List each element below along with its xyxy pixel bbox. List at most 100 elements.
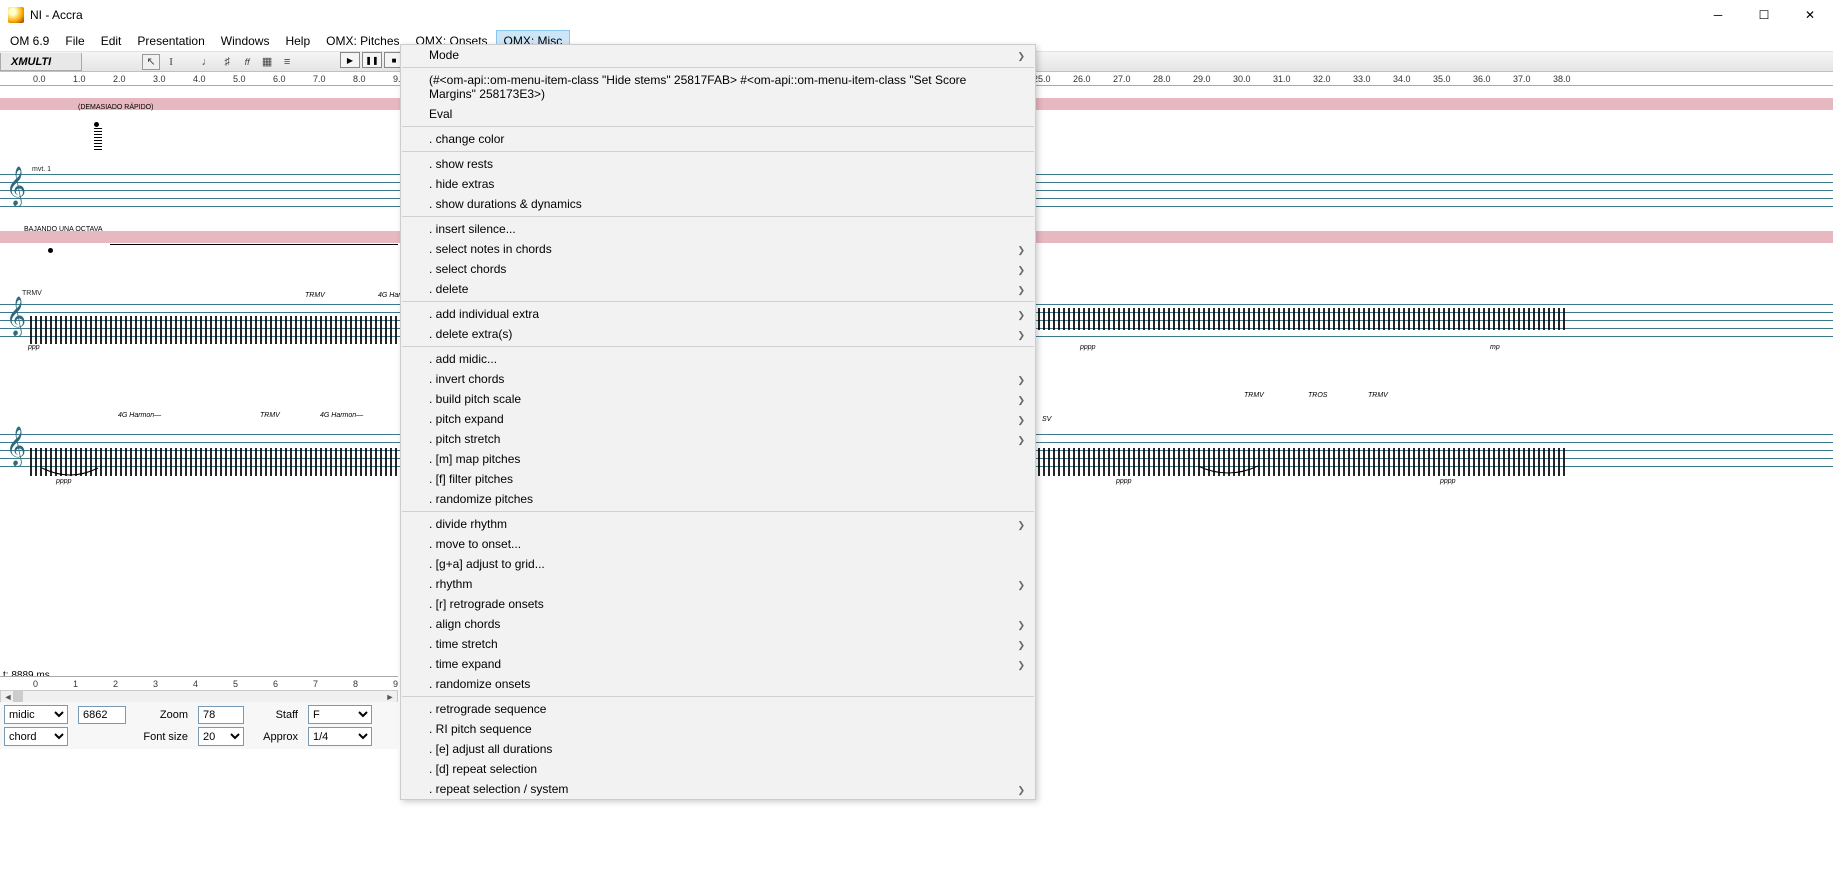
- chevron-right-icon: ❯: [1017, 393, 1025, 407]
- dynamic: pppp: [1080, 344, 1096, 351]
- maximize-button[interactable]: ☐: [1741, 0, 1787, 30]
- menu-separator: [402, 696, 1034, 697]
- menu-item[interactable]: . insert silence...: [401, 219, 1035, 239]
- staff-select[interactable]: F: [308, 705, 372, 724]
- dynamic: pppp: [1116, 478, 1132, 485]
- score-tab[interactable]: XMULTI: [0, 53, 82, 71]
- annotation: SV: [1042, 416, 1051, 423]
- ruler-tick: 0: [33, 679, 38, 689]
- approx-select[interactable]: 1/4: [308, 727, 372, 746]
- zoom-label: Zoom: [136, 709, 188, 721]
- chevron-right-icon: ❯: [1017, 328, 1025, 342]
- annotation: TRMV: [305, 292, 325, 299]
- menu-item[interactable]: (#<om-api::om-menu-item-class "Hide stem…: [401, 70, 1035, 104]
- arrow-tool[interactable]: ↖: [142, 54, 160, 70]
- dynamic: pppp: [1440, 478, 1456, 485]
- menu-item[interactable]: . retrograde sequence: [401, 699, 1035, 719]
- value-field-1[interactable]: [78, 706, 126, 724]
- menu-item[interactable]: . show durations & dynamics: [401, 194, 1035, 214]
- menu-item[interactable]: Mode❯: [401, 45, 1035, 65]
- footer-controls: midic Zoom Staff F chord Font size 20 Ap…: [0, 702, 398, 749]
- menu-item[interactable]: . time expand❯: [401, 654, 1035, 674]
- window-title: NI - Accra: [30, 8, 1825, 22]
- menu-item[interactable]: . randomize pitches: [401, 489, 1035, 509]
- ibeam-tool[interactable]: I: [162, 54, 180, 70]
- lines-tool[interactable]: ≡: [278, 54, 296, 70]
- minimize-button[interactable]: ─: [1695, 0, 1741, 30]
- menu-item[interactable]: Eval: [401, 104, 1035, 124]
- menu-item[interactable]: . add midic...: [401, 349, 1035, 369]
- menu-help[interactable]: Help: [277, 30, 318, 51]
- staff-annot: TRMV: [22, 290, 42, 297]
- menu-om-6-9[interactable]: OM 6.9: [2, 30, 57, 51]
- grid-tool[interactable]: ▦: [258, 54, 276, 70]
- menu-windows[interactable]: Windows: [213, 30, 278, 51]
- menu-item[interactable]: . show rests: [401, 154, 1035, 174]
- menu-item[interactable]: . build pitch scale❯: [401, 389, 1035, 409]
- menu-separator: [402, 216, 1034, 217]
- menu-item[interactable]: . rhythm❯: [401, 574, 1035, 594]
- menu-item[interactable]: . [r] retrograde onsets: [401, 594, 1035, 614]
- menu-item[interactable]: . select chords❯: [401, 259, 1035, 279]
- ruler-tick: 36.0: [1473, 74, 1491, 84]
- menu-item[interactable]: . move to onset...: [401, 534, 1035, 554]
- ruler-tick: 26.0: [1073, 74, 1091, 84]
- menu-item[interactable]: . [f] filter pitches: [401, 469, 1035, 489]
- menu-separator: [402, 511, 1034, 512]
- menu-item[interactable]: . hide extras: [401, 174, 1035, 194]
- ruler-tick: 1.0: [73, 74, 86, 84]
- menu-item[interactable]: . RI pitch sequence: [401, 719, 1035, 739]
- close-button[interactable]: ✕: [1787, 0, 1833, 30]
- note-tool[interactable]: ♩: [198, 54, 216, 70]
- menu-item[interactable]: . select notes in chords❯: [401, 239, 1035, 259]
- sharp-tool[interactable]: ♯: [218, 54, 236, 70]
- note: [48, 248, 53, 253]
- chevron-right-icon: ❯: [1017, 263, 1025, 277]
- menu-item[interactable]: . align chords❯: [401, 614, 1035, 634]
- ruler-tick: 30.0: [1233, 74, 1251, 84]
- menu-item[interactable]: . [e] adjust all durations: [401, 739, 1035, 759]
- menu-presentation[interactable]: Presentation: [129, 30, 212, 51]
- app-icon: [8, 7, 24, 23]
- tempo-marking: (DEMASIADO RÁPIDO): [78, 104, 153, 111]
- menu-item[interactable]: . change color: [401, 129, 1035, 149]
- ruler-tick: 38.0: [1553, 74, 1571, 84]
- menu-file[interactable]: File: [57, 30, 92, 51]
- ruler-tick: 28.0: [1153, 74, 1171, 84]
- annotation: 4G Harmon—: [320, 412, 363, 419]
- mode-select-2[interactable]: chord: [4, 727, 68, 746]
- ruler-tick: 31.0: [1273, 74, 1291, 84]
- ruler-tick: 3.0: [153, 74, 166, 84]
- fontsize-select[interactable]: 20: [198, 727, 244, 746]
- ruler-tick: 35.0: [1433, 74, 1451, 84]
- line-segment: [110, 244, 398, 245]
- menu-item[interactable]: . repeat selection / system❯: [401, 779, 1035, 799]
- treble-clef-icon: 𝄞: [6, 168, 26, 206]
- menu-item[interactable]: . time stretch❯: [401, 634, 1035, 654]
- menu-item[interactable]: . divide rhythm❯: [401, 514, 1035, 534]
- menu-item[interactable]: . [m] map pitches: [401, 449, 1035, 469]
- menu-item[interactable]: . [d] repeat selection: [401, 759, 1035, 779]
- menu-omx-pitches[interactable]: OMX: Pitches: [318, 30, 407, 51]
- pause-button[interactable]: ❚❚: [362, 52, 382, 68]
- menu-item[interactable]: . delete extra(s)❯: [401, 324, 1035, 344]
- zoom-field[interactable]: [198, 706, 244, 724]
- menu-edit[interactable]: Edit: [93, 30, 130, 51]
- treble-clef-icon: 𝄞: [6, 428, 26, 466]
- ruler-tick: 8.0: [353, 74, 366, 84]
- ruler-tick: 0.0: [33, 74, 46, 84]
- notation-fragment: [94, 122, 108, 150]
- ruler-tick: 34.0: [1393, 74, 1411, 84]
- mode-select-1[interactable]: midic: [4, 705, 68, 724]
- chevron-right-icon: ❯: [1017, 243, 1025, 257]
- menu-item[interactable]: . randomize onsets: [401, 674, 1035, 694]
- menu-item[interactable]: . pitch expand❯: [401, 409, 1035, 429]
- menu-item[interactable]: . [g+a] adjust to grid...: [401, 554, 1035, 574]
- menu-item[interactable]: . invert chords❯: [401, 369, 1035, 389]
- menu-item[interactable]: . pitch stretch❯: [401, 429, 1035, 449]
- menu-item[interactable]: . add individual extra❯: [401, 304, 1035, 324]
- menu-item[interactable]: . delete❯: [401, 279, 1035, 299]
- dynamic-tool[interactable]: ff: [238, 54, 256, 70]
- approx-label: Approx: [254, 731, 298, 743]
- play-button[interactable]: ▶: [340, 52, 360, 68]
